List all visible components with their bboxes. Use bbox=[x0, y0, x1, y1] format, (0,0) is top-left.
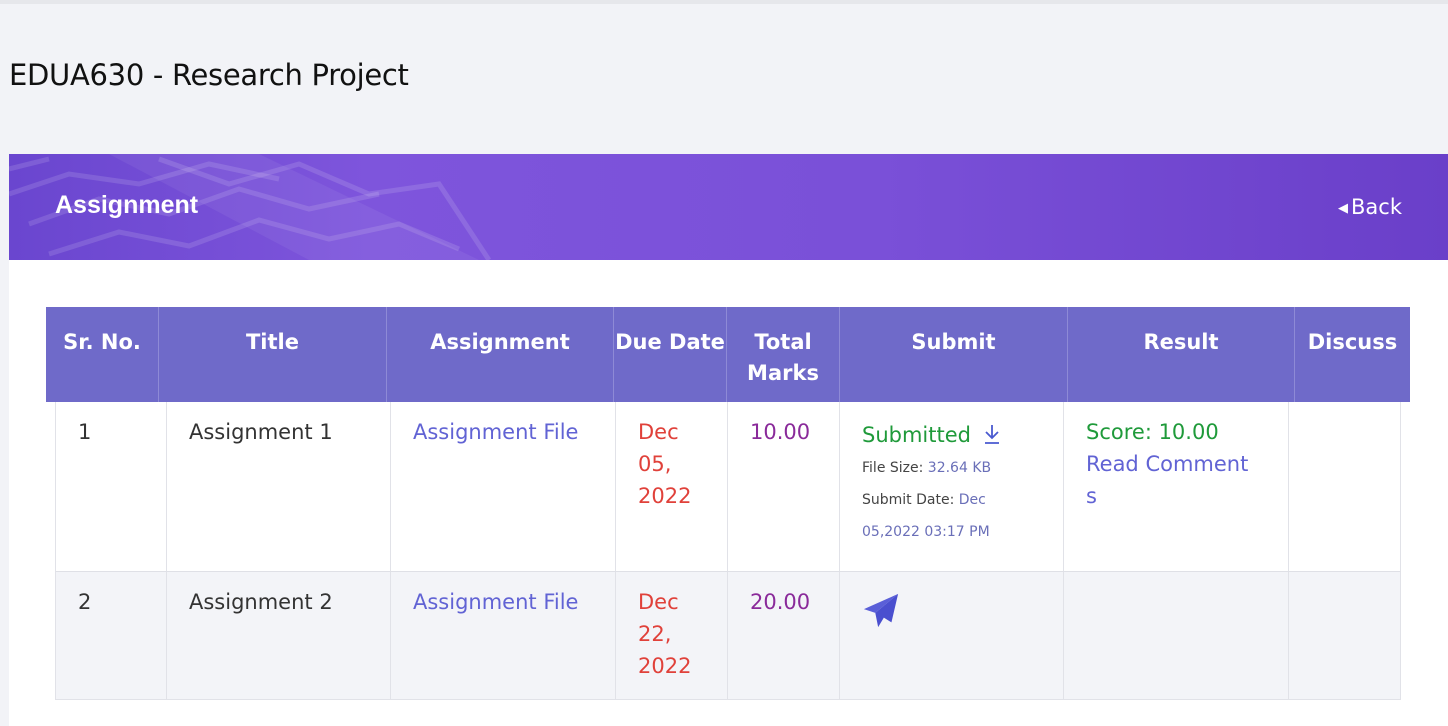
caret-left-icon: ◀ bbox=[1338, 201, 1349, 216]
banner-title: Assignment bbox=[55, 191, 199, 219]
due-month: Dec bbox=[638, 590, 679, 614]
download-icon[interactable] bbox=[984, 424, 1000, 444]
read-comments-line-1: Read Comment bbox=[1086, 452, 1249, 476]
cell-sr: 1 bbox=[56, 402, 167, 571]
header-discuss: Discuss bbox=[1307, 330, 1398, 354]
file-size-label: File Size: bbox=[862, 460, 924, 476]
submit-date-value-1: Dec bbox=[958, 492, 986, 508]
cell-marks: 10.00 bbox=[728, 402, 840, 571]
back-button[interactable]: ◀ Back bbox=[1338, 195, 1402, 219]
submit-date-line-2: 05,2022 03:17 PM bbox=[862, 516, 1063, 548]
submitted-status: Submitted bbox=[862, 423, 971, 447]
table-header: Sr. No. Title Assignment Due Date Total … bbox=[46, 307, 1410, 402]
due-year: 2022 bbox=[638, 654, 692, 678]
due-year: 2022 bbox=[638, 484, 692, 508]
assignment-card: Assignment ◀ Back Sr. No. Title Assignmen… bbox=[9, 154, 1448, 726]
file-size-info: File Size: 32.64 KB bbox=[862, 452, 1063, 484]
page-title: EDUA630 - Research Project bbox=[9, 58, 409, 92]
header-result: Result bbox=[1068, 307, 1295, 402]
cell-sr: 2 bbox=[56, 572, 167, 699]
table-row: 2 Assignment 2 Assignment File Dec 22, 2… bbox=[55, 572, 1401, 700]
cell-discuss bbox=[1289, 572, 1400, 699]
cell-title: Assignment 2 bbox=[167, 572, 391, 699]
due-day: 22, bbox=[638, 622, 672, 646]
read-comments-link[interactable]: Read Comment s bbox=[1086, 448, 1288, 512]
cell-title: Assignment 1 bbox=[167, 402, 391, 571]
submit-date-label: Submit Date: bbox=[862, 492, 955, 508]
submit-date-info: Submit Date: Dec bbox=[862, 484, 1063, 516]
cell-due-date: Dec 22, 2022 bbox=[616, 572, 728, 699]
cell-marks: 20.00 bbox=[728, 572, 840, 699]
table-row: 1 Assignment 1 Assignment File Dec 05, 2… bbox=[55, 402, 1401, 572]
file-size-value: 32.64 KB bbox=[927, 460, 992, 476]
submit-date-value-2: 05,2022 03:17 PM bbox=[862, 524, 990, 540]
cell-file: Assignment File bbox=[391, 572, 616, 699]
cell-due-date: Dec 05, 2022 bbox=[616, 402, 728, 571]
cell-submit: Submitted File Size: 32.64 KB Submit Dat… bbox=[840, 402, 1064, 571]
top-divider bbox=[0, 0, 1448, 4]
cell-result bbox=[1064, 572, 1289, 699]
cell-discuss bbox=[1289, 402, 1400, 571]
header-submit: Submit bbox=[840, 307, 1068, 402]
back-label: Back bbox=[1351, 195, 1402, 219]
table-body: 1 Assignment 1 Assignment File Dec 05, 2… bbox=[55, 402, 1401, 700]
read-comments-line-2: s bbox=[1086, 484, 1097, 508]
due-month: Dec bbox=[638, 420, 679, 444]
assignment-banner: Assignment ◀ Back bbox=[9, 154, 1448, 260]
assignment-file-link[interactable]: Assignment File bbox=[413, 420, 578, 444]
header-sr-no: Sr. No. bbox=[46, 307, 159, 402]
assignment-file-link[interactable]: Assignment File bbox=[413, 590, 578, 614]
cell-file: Assignment File bbox=[391, 402, 616, 571]
header-due-date: Due Date bbox=[614, 307, 727, 402]
due-day: 05, bbox=[638, 452, 672, 476]
header-total-marks: Total Marks bbox=[727, 307, 840, 402]
cell-submit bbox=[840, 572, 1064, 699]
header-assignment: Assignment bbox=[387, 307, 614, 402]
header-title: Title bbox=[159, 307, 387, 402]
cell-result: Score: 10.00 Read Comment s bbox=[1064, 402, 1289, 571]
score-text: Score: 10.00 bbox=[1086, 420, 1219, 444]
paper-plane-icon[interactable] bbox=[862, 592, 900, 630]
